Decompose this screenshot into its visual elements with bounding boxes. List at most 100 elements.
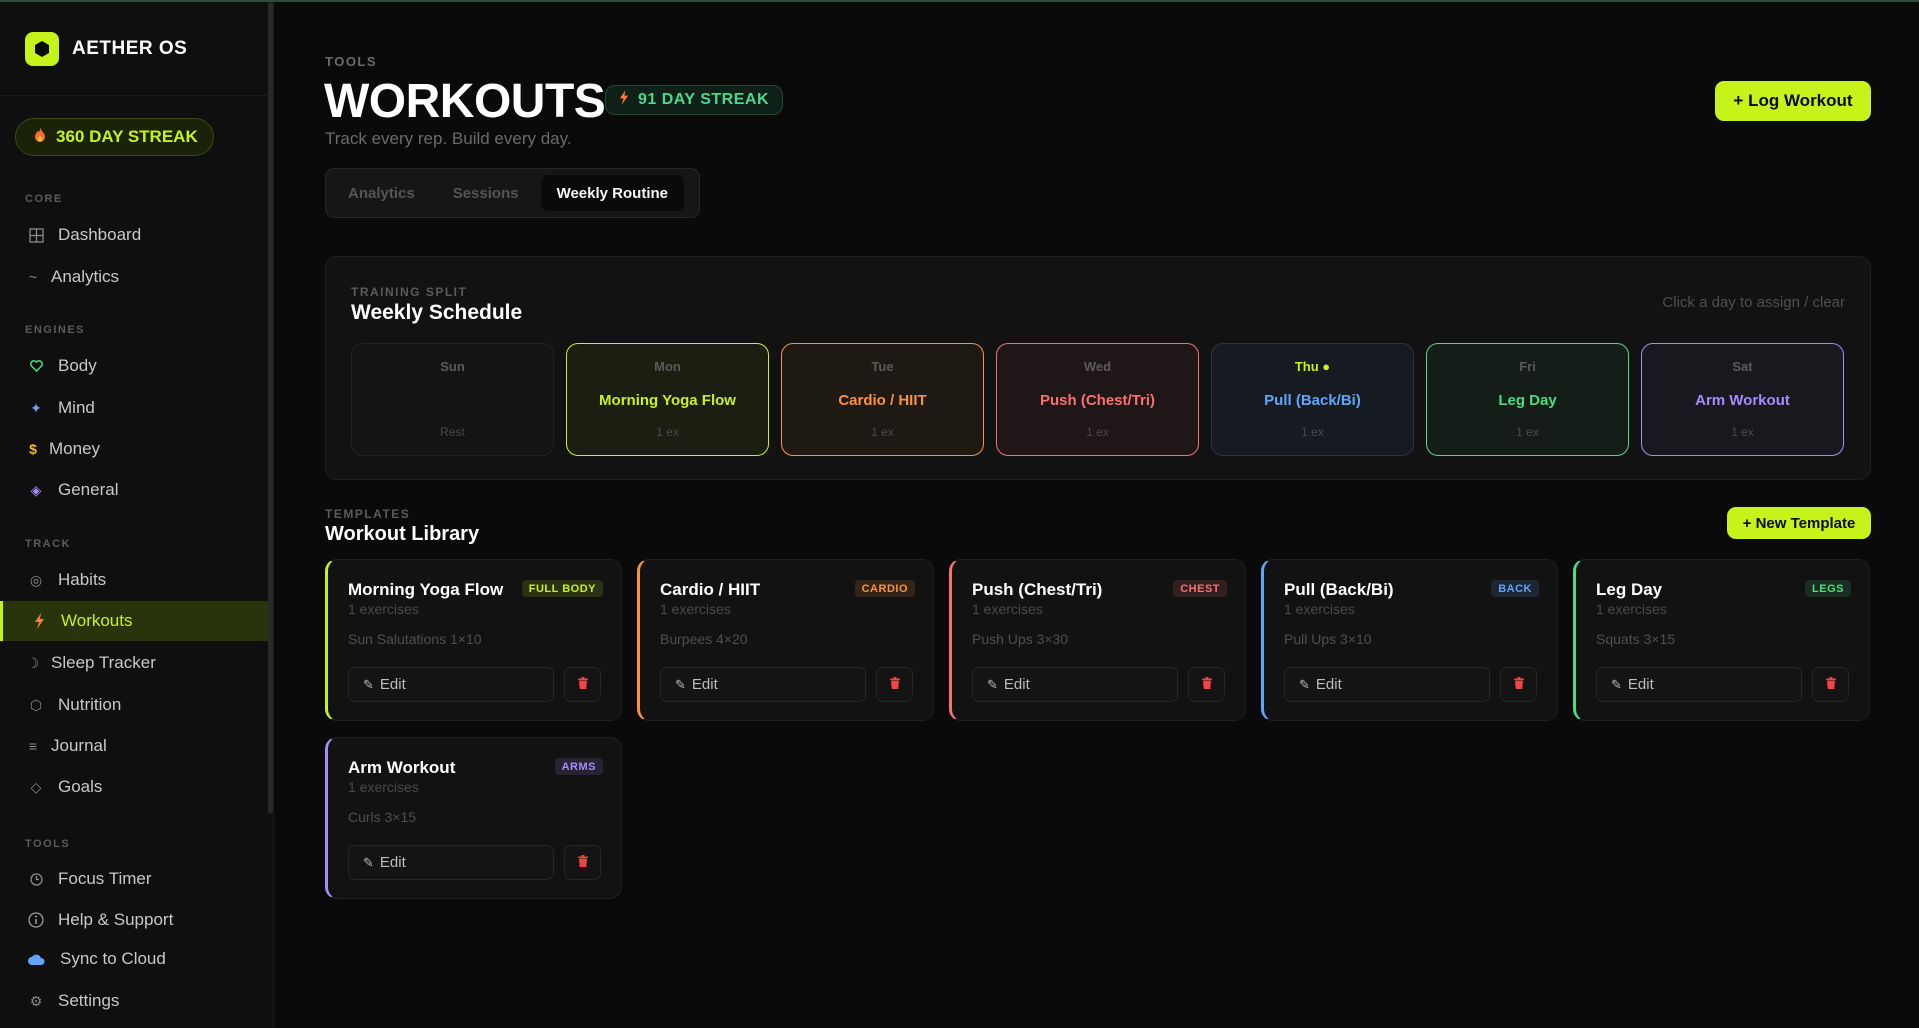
sidebar-item-journal[interactable]: ≡ Journal bbox=[0, 726, 270, 766]
diamond-outline-icon: ◇ bbox=[30, 778, 42, 795]
template-tag-badge: ARMS bbox=[554, 758, 603, 775]
sidebar-item-habits[interactable]: ◎ Habits bbox=[0, 560, 270, 600]
weekly-schedule-panel: TRAINING SPLIT Weekly Schedule Click a d… bbox=[325, 256, 1871, 480]
day-workout: Cardio / HIIT bbox=[838, 392, 927, 409]
day-card-thu[interactable]: Thu ● Pull (Back/Bi) 1 ex bbox=[1211, 343, 1414, 456]
page-streak-badge: 91 DAY STREAK bbox=[605, 85, 783, 115]
template-name: Morning Yoga Flow bbox=[348, 580, 504, 599]
delete-template-button[interactable] bbox=[564, 845, 601, 880]
day-card-sun[interactable]: Sun Rest bbox=[351, 343, 554, 456]
edit-label: Edit bbox=[379, 854, 406, 871]
tab-analytics[interactable]: Analytics bbox=[332, 175, 431, 211]
sidebar-item-workouts[interactable]: Workouts bbox=[0, 601, 270, 641]
app-name: AETHER OS bbox=[72, 37, 188, 59]
pencil-icon: ✎ bbox=[363, 676, 374, 692]
sidebar-item-label: Analytics bbox=[51, 267, 120, 286]
day-name: Sat bbox=[1732, 359, 1753, 374]
sidebar-item-label: Sync to Cloud bbox=[60, 949, 166, 968]
trash-icon bbox=[889, 677, 900, 692]
sidebar-item-help[interactable]: Help & Support bbox=[0, 900, 270, 940]
lines-icon: ≡ bbox=[28, 738, 38, 754]
nav-section-track: TRACK bbox=[25, 538, 71, 550]
edit-template-button[interactable]: ✎ Edit bbox=[348, 667, 554, 702]
sidebar-item-settings[interactable]: ⚙ Settings bbox=[0, 981, 270, 1021]
schedule-eyebrow: TRAINING SPLIT bbox=[351, 285, 468, 299]
edit-template-button[interactable]: ✎ Edit bbox=[660, 667, 866, 702]
sidebar-item-mind[interactable]: ✦ Mind bbox=[0, 388, 270, 428]
tab-weekly-routine[interactable]: Weekly Routine bbox=[540, 175, 684, 211]
sidebar-item-label: Sleep Tracker bbox=[51, 653, 156, 672]
brand[interactable]: AETHER OS bbox=[0, 2, 273, 96]
edit-template-button[interactable]: ✎ Edit bbox=[972, 667, 1178, 702]
sidebar-item-sleep-tracker[interactable]: ☽ Sleep Tracker bbox=[0, 643, 270, 683]
sidebar-item-label: Settings bbox=[58, 991, 120, 1010]
delete-template-button[interactable] bbox=[1500, 667, 1537, 702]
trash-icon bbox=[1513, 677, 1524, 692]
pencil-icon: ✎ bbox=[987, 676, 998, 692]
sidebar-item-dashboard[interactable]: Dashboard bbox=[0, 215, 270, 255]
sidebar-scrollbar[interactable] bbox=[268, 2, 273, 814]
sidebar-item-label: Nutrition bbox=[58, 695, 122, 714]
heart-icon bbox=[27, 357, 45, 375]
wave-icon: ~ bbox=[28, 269, 38, 285]
sidebar-item-label: Workouts bbox=[61, 611, 133, 630]
sidebar-item-label: Mind bbox=[58, 398, 95, 417]
day-name: Thu ● bbox=[1294, 359, 1331, 374]
day-card-wed[interactable]: Wed Push (Chest/Tri) 1 ex bbox=[996, 343, 1199, 456]
grid-icon bbox=[27, 226, 45, 244]
day-name: Fri bbox=[1519, 359, 1536, 374]
tab-sessions[interactable]: Sessions bbox=[437, 175, 535, 211]
edit-template-button[interactable]: ✎ Edit bbox=[1284, 667, 1490, 702]
day-exercise-count: 1 ex bbox=[1731, 425, 1754, 439]
template-card: Push (Chest/Tri) CHEST 1 exercises Push Ups… bbox=[949, 559, 1246, 721]
day-card-mon[interactable]: Mon Morning Yoga Flow 1 ex bbox=[566, 343, 769, 456]
sidebar-item-analytics[interactable]: ~ Analytics bbox=[0, 257, 270, 297]
sidebar-item-label: Journal bbox=[51, 736, 107, 755]
delete-template-button[interactable] bbox=[1188, 667, 1225, 702]
edit-label: Edit bbox=[379, 676, 406, 693]
trash-icon bbox=[1201, 677, 1212, 692]
day-exercise-count: 1 ex bbox=[1086, 425, 1109, 439]
sidebar-streak-badge: 360 DAY STREAK bbox=[15, 118, 214, 156]
sidebar-item-goals[interactable]: ◇ Goals bbox=[0, 767, 270, 807]
day-name: Wed bbox=[1083, 359, 1112, 374]
sidebar-streak-text: 360 DAY STREAK bbox=[56, 127, 198, 146]
day-card-tue[interactable]: Tue Cardio / HIIT 1 ex bbox=[781, 343, 984, 456]
edit-template-button[interactable]: ✎ Edit bbox=[1596, 667, 1802, 702]
page-eyebrow: TOOLS bbox=[325, 54, 378, 69]
template-card: Pull (Back/Bi) BACK 1 exercises Pull Ups 3×… bbox=[1261, 559, 1558, 721]
sidebar-item-body[interactable]: Body bbox=[0, 346, 270, 386]
day-card-sat[interactable]: Sat Arm Workout 1 ex bbox=[1641, 343, 1844, 456]
day-workout: Arm Workout bbox=[1695, 392, 1790, 409]
target-icon: ◎ bbox=[29, 571, 43, 588]
dollar-icon: $ bbox=[29, 441, 37, 457]
edit-label: Edit bbox=[1003, 676, 1030, 693]
edit-label: Edit bbox=[1315, 676, 1342, 693]
template-exercise-count: 1 exercises bbox=[348, 779, 419, 795]
template-exercise-count: 1 exercises bbox=[1284, 601, 1355, 617]
template-card: Arm Workout ARMS 1 exercises Curls 3×15 ✎ Edi… bbox=[325, 737, 622, 899]
delete-template-button[interactable] bbox=[1812, 667, 1849, 702]
sidebar-item-focus-timer[interactable]: Focus Timer bbox=[0, 859, 270, 899]
templates-title: Workout Library bbox=[325, 523, 480, 545]
edit-template-button[interactable]: ✎ Edit bbox=[348, 845, 554, 880]
lightning-icon bbox=[30, 612, 48, 630]
sidebar-item-general[interactable]: ◈ General bbox=[0, 470, 270, 510]
sidebar-item-sync[interactable]: Sync to Cloud bbox=[0, 939, 270, 979]
template-tag-badge: BACK bbox=[1491, 580, 1539, 597]
sidebar-item-money[interactable]: $ Money bbox=[0, 429, 270, 469]
new-template-button[interactable]: + New Template bbox=[1727, 507, 1871, 539]
sidebar-item-label: Habits bbox=[58, 570, 107, 589]
nav-section-engines: ENGINES bbox=[25, 324, 86, 336]
log-workout-button[interactable]: + Log Workout bbox=[1715, 81, 1871, 121]
sidebar-item-nutrition[interactable]: ⬡ Nutrition bbox=[0, 685, 270, 725]
view-tabs: Analytics Sessions Weekly Routine bbox=[325, 168, 700, 218]
hexagon-icon: ⬡ bbox=[29, 696, 43, 713]
pencil-icon: ✎ bbox=[1611, 676, 1622, 692]
template-exercise: Push Ups 3×30 bbox=[972, 631, 1069, 647]
sidebar: AETHER OS 360 DAY STREAK CORE Dashboard … bbox=[0, 2, 274, 1028]
delete-template-button[interactable] bbox=[876, 667, 913, 702]
delete-template-button[interactable] bbox=[564, 667, 601, 702]
sidebar-item-label: Help & Support bbox=[58, 910, 174, 929]
day-card-fri[interactable]: Fri Leg Day 1 ex bbox=[1426, 343, 1629, 456]
